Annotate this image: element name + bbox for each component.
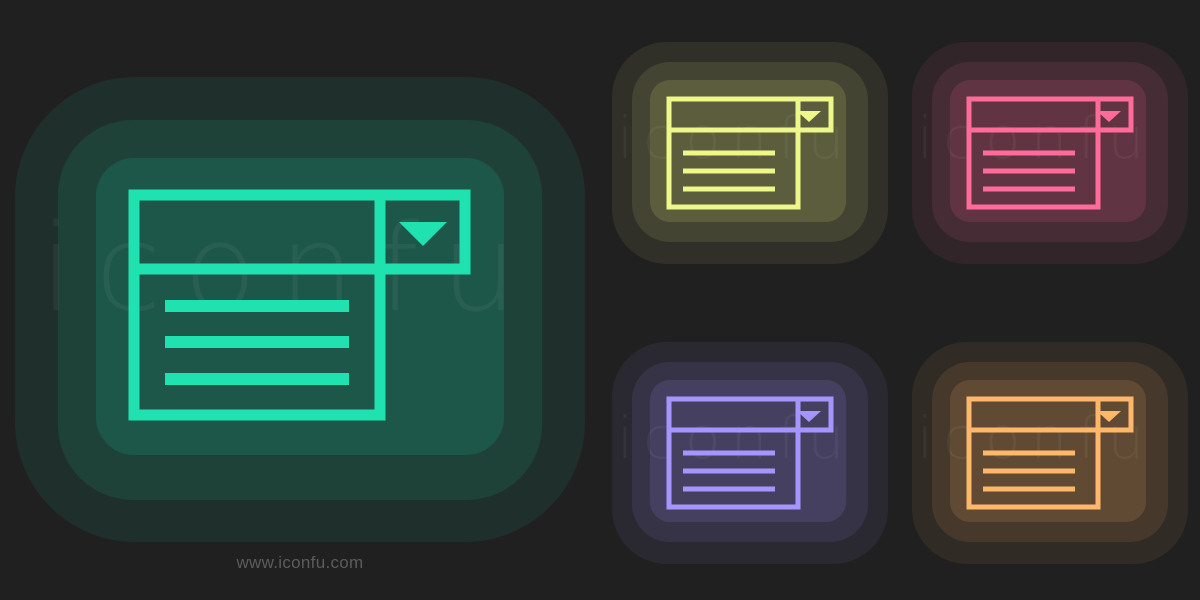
icon-tile-small-purple: iconfu <box>612 342 892 567</box>
dropdown-list-icon <box>966 96 1134 210</box>
dropdown-list-icon <box>966 396 1134 510</box>
icon-tile-small-yellow: iconfu <box>612 42 892 267</box>
icon-tile-small-pink: iconfu <box>912 42 1192 267</box>
dropdown-list-icon <box>128 189 471 421</box>
icon-tile-small-orange: iconfu <box>912 342 1192 567</box>
dropdown-list-icon <box>666 96 834 210</box>
footer-url[interactable]: www.iconfu.com <box>0 553 600 573</box>
icon-tile-large-green: iconfu <box>0 60 600 560</box>
dropdown-list-icon <box>666 396 834 510</box>
